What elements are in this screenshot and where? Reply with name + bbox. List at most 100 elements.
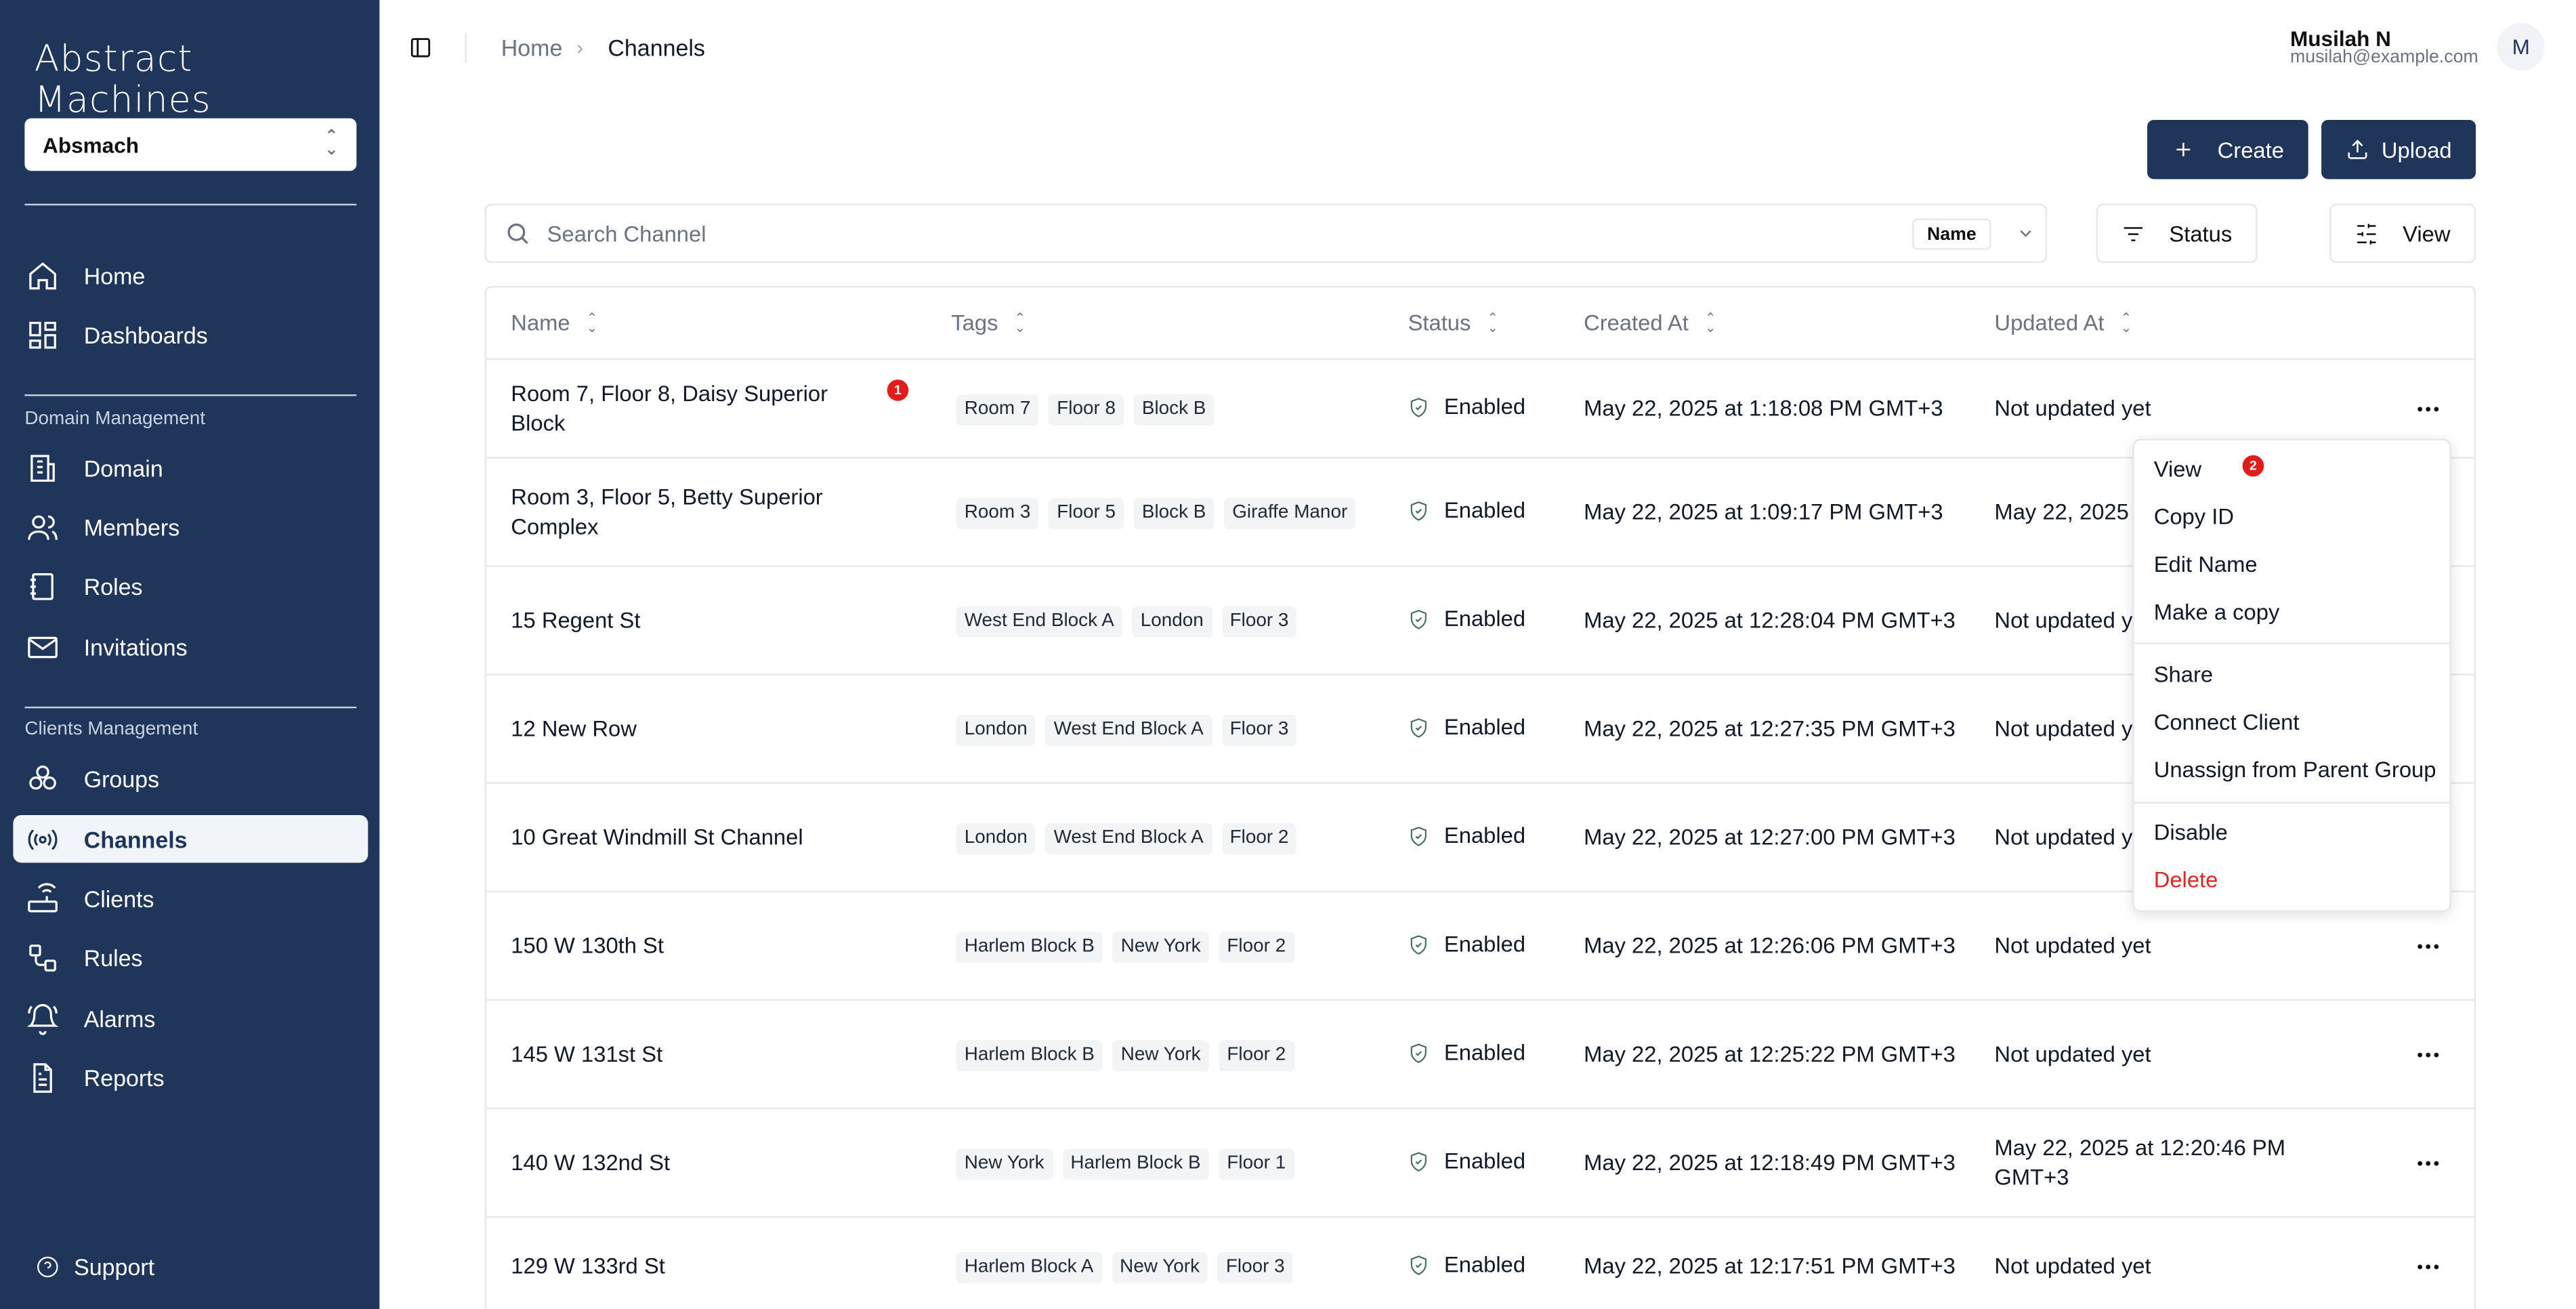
sidebar-item-channels[interactable]: Channels: [13, 814, 368, 863]
channel-name[interactable]: Room 7, Floor 8, Daisy Superior Block: [511, 379, 847, 438]
tag-chip: West End Block A: [1045, 823, 1212, 855]
tag-chip: Floor 2: [1221, 823, 1297, 855]
column-header-tags[interactable]: Tags ⌃ ⌄: [951, 310, 1026, 335]
menu-separator: [2134, 802, 2450, 804]
created-at: May 22, 2025 at 1:18:08 PM GMT+3: [1584, 396, 1943, 421]
sidebar-toggle-icon[interactable]: [409, 36, 432, 59]
channel-name[interactable]: 150 W 130th St: [511, 932, 938, 961]
tag-list: London West End Block A Floor 3: [956, 715, 1297, 747]
tag-chip: Block B: [1133, 394, 1215, 426]
sidebar-item-roles[interactable]: Roles: [13, 562, 368, 609]
column-header-label: Status: [1408, 310, 1471, 335]
menu-item-unassign-parent-group[interactable]: Unassign from Parent Group: [2154, 757, 2436, 782]
status-filter-button[interactable]: Status: [2096, 203, 2258, 264]
created-at: May 22, 2025 at 12:27:35 PM GMT+3: [1584, 716, 1956, 741]
channel-name[interactable]: 129 W 133rd St: [511, 1252, 938, 1282]
avatar[interactable]: M: [2497, 22, 2545, 71]
router-icon: [26, 881, 60, 915]
table-row[interactable]: 129 W 133rd St Harlem Block A New York Floo…: [486, 1218, 2474, 1309]
channel-name[interactable]: 10 Great Windmill St Channel: [511, 823, 938, 853]
breadcrumb-current: Channels: [608, 34, 705, 61]
updated-at: Not updated yet: [1994, 396, 2151, 421]
building-icon: [26, 451, 60, 484]
table-row[interactable]: 140 W 132nd St New York Harlem Block B Floo…: [486, 1109, 2474, 1218]
more-horizontal-icon[interactable]: [2417, 1052, 2440, 1058]
create-button-label: Create: [2217, 137, 2284, 162]
channel-name[interactable]: Room 3, Floor 5, Betty Superior Complex: [511, 483, 847, 542]
channel-name[interactable]: 145 W 131st St: [511, 1040, 938, 1070]
sidebar-item-label: Groups: [83, 765, 160, 791]
column-header-updated-at[interactable]: Updated At ⌃ ⌄: [1994, 310, 2132, 335]
tag-chip: West End Block A: [1045, 715, 1212, 747]
tag-chip: Floor 8: [1049, 394, 1124, 426]
menu-item-copy-id[interactable]: Copy ID: [2154, 505, 2234, 529]
upload-button-label: Upload: [2381, 137, 2452, 162]
tag-chip: Floor 2: [1219, 932, 1294, 963]
status-indicator: Enabled: [1408, 1148, 1525, 1173]
sidebar-item-groups[interactable]: Groups: [13, 754, 368, 802]
column-header-label: Name: [511, 310, 570, 335]
menu-item-view[interactable]: View: [2154, 457, 2201, 481]
tag-chip: Room 7: [956, 394, 1039, 426]
sidebar-item-alarms[interactable]: Alarms: [13, 994, 368, 1041]
status-indicator: Enabled: [1408, 932, 1525, 957]
sidebar-item-rules[interactable]: Rules: [13, 934, 368, 981]
tag-chip: Harlem Block B: [956, 1040, 1103, 1072]
more-horizontal-icon[interactable]: [2417, 406, 2440, 413]
channel-name[interactable]: 15 Regent St: [511, 606, 938, 636]
sidebar-item-label: Domain: [83, 454, 163, 481]
section-label-domain: Domain Management: [24, 409, 206, 430]
sidebar-item-reports[interactable]: Reports: [13, 1054, 368, 1101]
filter-icon: [2124, 226, 2143, 241]
sidebar-item-clients[interactable]: Clients: [13, 874, 368, 921]
created-at: May 22, 2025 at 1:09:17 PM GMT+3: [1584, 499, 1943, 524]
sidebar-item-home[interactable]: Home: [13, 251, 368, 299]
channel-name[interactable]: 12 New Row: [511, 715, 938, 745]
view-options-button[interactable]: View: [2329, 203, 2476, 264]
status-text: Enabled: [1443, 497, 1526, 523]
sidebar-divider: [24, 394, 357, 396]
sidebar-item-label: Channels: [83, 825, 188, 852]
status-indicator: Enabled: [1408, 497, 1526, 523]
search-icon: [507, 223, 528, 245]
menu-item-connect-client[interactable]: Connect Client: [2154, 710, 2300, 734]
chevron-down-icon[interactable]: [2016, 224, 2035, 243]
sidebar-item-invitations[interactable]: Invitations: [13, 623, 368, 670]
channel-name[interactable]: 140 W 132nd St: [511, 1148, 938, 1178]
column-header-created-at[interactable]: Created At ⌃ ⌄: [1584, 310, 1716, 335]
menu-item-share[interactable]: Share: [2154, 662, 2213, 686]
menu-item-delete[interactable]: Delete: [2154, 868, 2218, 892]
menu-item-edit-name[interactable]: Edit Name: [2154, 552, 2258, 577]
tag-list: Harlem Block B New York Floor 2: [956, 932, 1294, 963]
menu-item-make-copy[interactable]: Make a copy: [2154, 600, 2280, 624]
support-link[interactable]: Support: [36, 1254, 154, 1280]
breadcrumb-separator: ›: [576, 36, 584, 60]
tag-chip: Floor 1: [1219, 1148, 1294, 1180]
sidebar-item-members[interactable]: Members: [13, 503, 368, 550]
create-button[interactable]: Create: [2147, 120, 2308, 180]
org-selector[interactable]: Absmach ⌃ ⌄: [24, 118, 357, 171]
created-at: May 22, 2025 at 12:26:06 PM GMT+3: [1584, 933, 1956, 959]
column-header-status[interactable]: Status ⌃ ⌄: [1408, 310, 1498, 335]
tag-chip: London: [956, 715, 1036, 747]
column-header-name[interactable]: Name ⌃ ⌄: [511, 310, 597, 335]
tag-chip: Floor 3: [1217, 1252, 1293, 1284]
section-label-clients: Clients Management: [24, 720, 198, 740]
table-row[interactable]: 145 W 131st St Harlem Block B New York Floo…: [486, 1001, 2474, 1110]
tag-chip: Giraffe Manor: [1224, 497, 1356, 529]
sidebar-item-label: Alarms: [83, 1005, 156, 1031]
menu-item-disable[interactable]: Disable: [2154, 820, 2228, 844]
sidebar-item-domain[interactable]: Domain: [13, 444, 368, 491]
more-horizontal-icon[interactable]: [2417, 1160, 2440, 1167]
workflow-icon: [26, 941, 60, 974]
upload-button[interactable]: Upload: [2321, 120, 2476, 180]
more-horizontal-icon[interactable]: [2417, 943, 2440, 950]
search-field-chip[interactable]: Name: [1912, 218, 1991, 250]
help-circle-icon: [37, 1256, 58, 1278]
sidebar: Abstract Machines Absmach ⌃ ⌄ Home Dashbo…: [0, 0, 380, 1309]
sidebar-item-dashboards[interactable]: Dashboards: [13, 310, 368, 358]
search-input[interactable]: [547, 221, 1861, 246]
breadcrumb-home[interactable]: Home: [501, 35, 563, 61]
row-actions-menu: View 2 Copy ID Edit Name Make a copy Sha…: [2132, 438, 2451, 913]
more-horizontal-icon[interactable]: [2417, 1264, 2440, 1270]
